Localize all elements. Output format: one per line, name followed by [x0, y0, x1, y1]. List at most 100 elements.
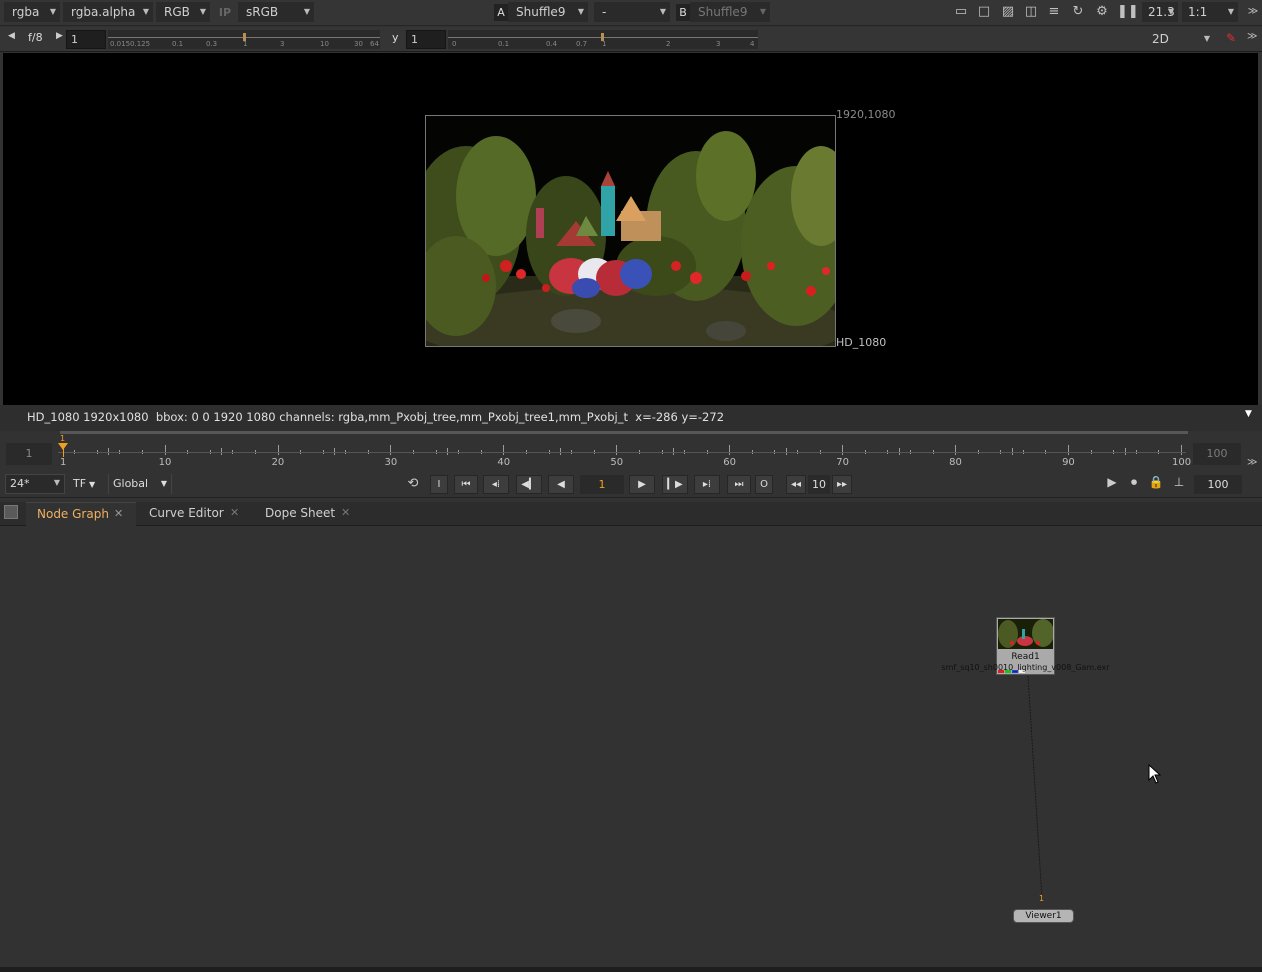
thumbnail-image	[998, 619, 1053, 649]
paint-brush-icon[interactable]: ✎	[1226, 31, 1236, 45]
close-icon[interactable]: ✕	[341, 506, 350, 519]
frame-range-icon[interactable]: ⊥	[1170, 475, 1188, 493]
gamma-tick-label: 2	[666, 40, 671, 48]
display-channels-dropdown[interactable]: RGB ▼	[156, 2, 210, 22]
fstop-label: f/8	[28, 31, 43, 44]
chevron-down-icon: ▼	[160, 479, 167, 488]
gamma-tick-label: 0.7	[576, 40, 588, 48]
expand-icon[interactable]: ≫	[1247, 457, 1257, 468]
previous-keyframe-icon[interactable]: ◂⁞	[483, 475, 509, 494]
in-point-button[interactable]: I	[430, 475, 448, 494]
tab-label: Dope Sheet	[265, 506, 336, 520]
roi-icon[interactable]: ▭	[952, 2, 970, 22]
format-top-right-label: 1920,1080	[836, 108, 896, 121]
skip-increment-field[interactable]: 10	[808, 475, 830, 494]
channels-dropdown[interactable]: rgba ▼	[4, 2, 60, 22]
record-icon[interactable]: ⏺	[1125, 475, 1143, 493]
alpha-channel-dropdown[interactable]: rgba.alpha ▼	[63, 2, 153, 22]
chevron-down-icon: ▼	[303, 7, 310, 16]
compare-mode-dropdown[interactable]: - ▼	[594, 2, 670, 22]
tab-dope-sheet[interactable]: Dope Sheet ✕	[256, 502, 362, 526]
panel-menu-icon[interactable]	[4, 505, 18, 519]
time-format-dropdown[interactable]: TF ▼	[70, 474, 102, 494]
gamma-input[interactable]: 1	[406, 30, 446, 49]
settings-gear-icon[interactable]: ⚙	[1093, 2, 1111, 22]
viewer-canvas[interactable]: 1920,1080 HD_1080	[3, 53, 1258, 405]
viewer-info-bar: HD_1080 1920x1080 bbox: 0 0 1920 1080 ch…	[0, 405, 1262, 431]
expand-icon[interactable]: ≫	[1247, 31, 1257, 42]
gamma-slider[interactable]: 0 0.1 0.4 0.7 1 2 3 4	[448, 30, 758, 49]
fps-field[interactable]: 24* ▼	[5, 474, 65, 494]
timeline-tick	[616, 445, 618, 455]
info-menu-arrow-icon[interactable]: ▼	[1245, 409, 1252, 419]
chevron-down-icon: ▼	[1203, 34, 1210, 43]
gain-tick-label: 10	[320, 40, 329, 48]
viewer-image	[425, 115, 836, 347]
gain-input[interactable]: 1	[66, 30, 106, 49]
wipe-icon[interactable]: ▨	[999, 2, 1017, 22]
gain-tick-label: 0.0150.125	[110, 40, 151, 48]
pause-icon[interactable]: ❚❚	[1117, 2, 1139, 22]
tab-label: Curve Editor	[149, 506, 224, 520]
timeline-baseline	[58, 452, 1186, 453]
node-graph-canvas[interactable]: Read1 smf_sq10_sh0010_lighting_v008_Gam.…	[0, 527, 1262, 967]
viewer-node[interactable]: Viewer1	[1013, 909, 1074, 923]
play-forward-icon[interactable]: ▶	[629, 475, 655, 494]
gl-lines-icon[interactable]: ≡	[1045, 2, 1063, 22]
first-frame-icon[interactable]: ⏮	[454, 475, 478, 494]
forest-render-image	[426, 116, 835, 346]
timeline-scrubber[interactable]: 1 10 20 30 40 50 60 70 80 90 100 1	[58, 434, 1192, 471]
last-frame-icon[interactable]: ⏭	[727, 475, 751, 494]
timeline-tick-labels: 1 10 20 30 40 50 60 70 80 90 100	[58, 457, 1192, 469]
close-icon[interactable]: ✕	[230, 506, 239, 519]
timeline-tick-label: 70	[836, 457, 849, 468]
fstop-increase-icon[interactable]: ▶	[56, 31, 63, 41]
gain-tick-label: 0.3	[206, 40, 218, 48]
step-back-increment-icon[interactable]: ◀▎	[516, 475, 542, 494]
chevron-down-icon: ▼	[1227, 7, 1234, 16]
next-keyframe-icon[interactable]: ▸⁞	[694, 475, 720, 494]
timeline-tick-label: 1	[60, 457, 67, 468]
input-b-dropdown[interactable]: Shuffle9 ▼	[690, 2, 770, 22]
proxy-ratio-dropdown[interactable]: 1:1 ▼	[1182, 2, 1238, 22]
last-frame-field[interactable]: 100	[1194, 475, 1242, 494]
ip-button[interactable]: IP	[214, 4, 236, 21]
format-name-label: HD_1080	[836, 336, 887, 349]
skip-back-icon[interactable]: ◂◂	[786, 475, 806, 494]
zoom-dropdown[interactable]: 21.3 ▼	[1142, 2, 1178, 22]
close-icon[interactable]: ✕	[114, 507, 123, 520]
skip-forward-icon[interactable]: ▸▸	[832, 475, 852, 494]
overlay-icon[interactable]: ◫	[1022, 2, 1040, 22]
timeline-tick-label: 90	[1062, 457, 1075, 468]
current-frame-field[interactable]: 1	[580, 475, 624, 494]
lock-icon[interactable]: 🔒	[1147, 475, 1165, 493]
expand-icon[interactable]: ≫	[1244, 2, 1262, 22]
view-mode-dropdown[interactable]: 2D ▼	[1144, 29, 1214, 49]
timeline-tick	[164, 445, 166, 455]
step-forward-increment-icon[interactable]: ▎▶	[662, 475, 688, 494]
chevron-down-icon: ▼	[142, 7, 149, 16]
safe-area-icon[interactable]: □	[975, 2, 993, 22]
tab-curve-editor[interactable]: Curve Editor ✕	[140, 502, 252, 526]
playhead-line	[63, 443, 64, 457]
refresh-icon[interactable]: ↻	[1069, 2, 1087, 22]
out-point-button[interactable]: O	[755, 475, 773, 494]
gamma-tick-label: 0.4	[546, 40, 558, 48]
timeline-tick-label: 10	[158, 457, 172, 468]
range-mode-dropdown[interactable]: Global ▼	[108, 474, 172, 494]
gain-slider[interactable]: 0.0150.125 0.1 0.3 1 3 10 30 64	[108, 30, 380, 49]
gamma-tick-label: 4	[750, 40, 755, 48]
flipbook-icon[interactable]: ▶	[1103, 475, 1121, 493]
input-a-dropdown[interactable]: Shuffle9 ▼	[508, 2, 588, 22]
timeline-bar: 1 1 10 20 30 40 50 60 70 80 90 100 1 100 ≫	[0, 431, 1262, 471]
input-a-label: A	[494, 4, 508, 21]
bottom-edge	[0, 967, 1262, 972]
gain-tick-label: 3	[280, 40, 285, 48]
tab-node-graph[interactable]: Node Graph ✕	[26, 502, 136, 526]
play-backward-icon[interactable]: ◀	[548, 475, 574, 494]
read-node-thumbnail	[998, 619, 1053, 649]
fstop-decrease-icon[interactable]: ◀	[8, 31, 15, 41]
lut-dropdown[interactable]: sRGB ▼	[238, 2, 314, 22]
timeline-tick-label: 100	[1172, 457, 1192, 468]
playback-mode-icon[interactable]: ⟲	[401, 474, 425, 494]
